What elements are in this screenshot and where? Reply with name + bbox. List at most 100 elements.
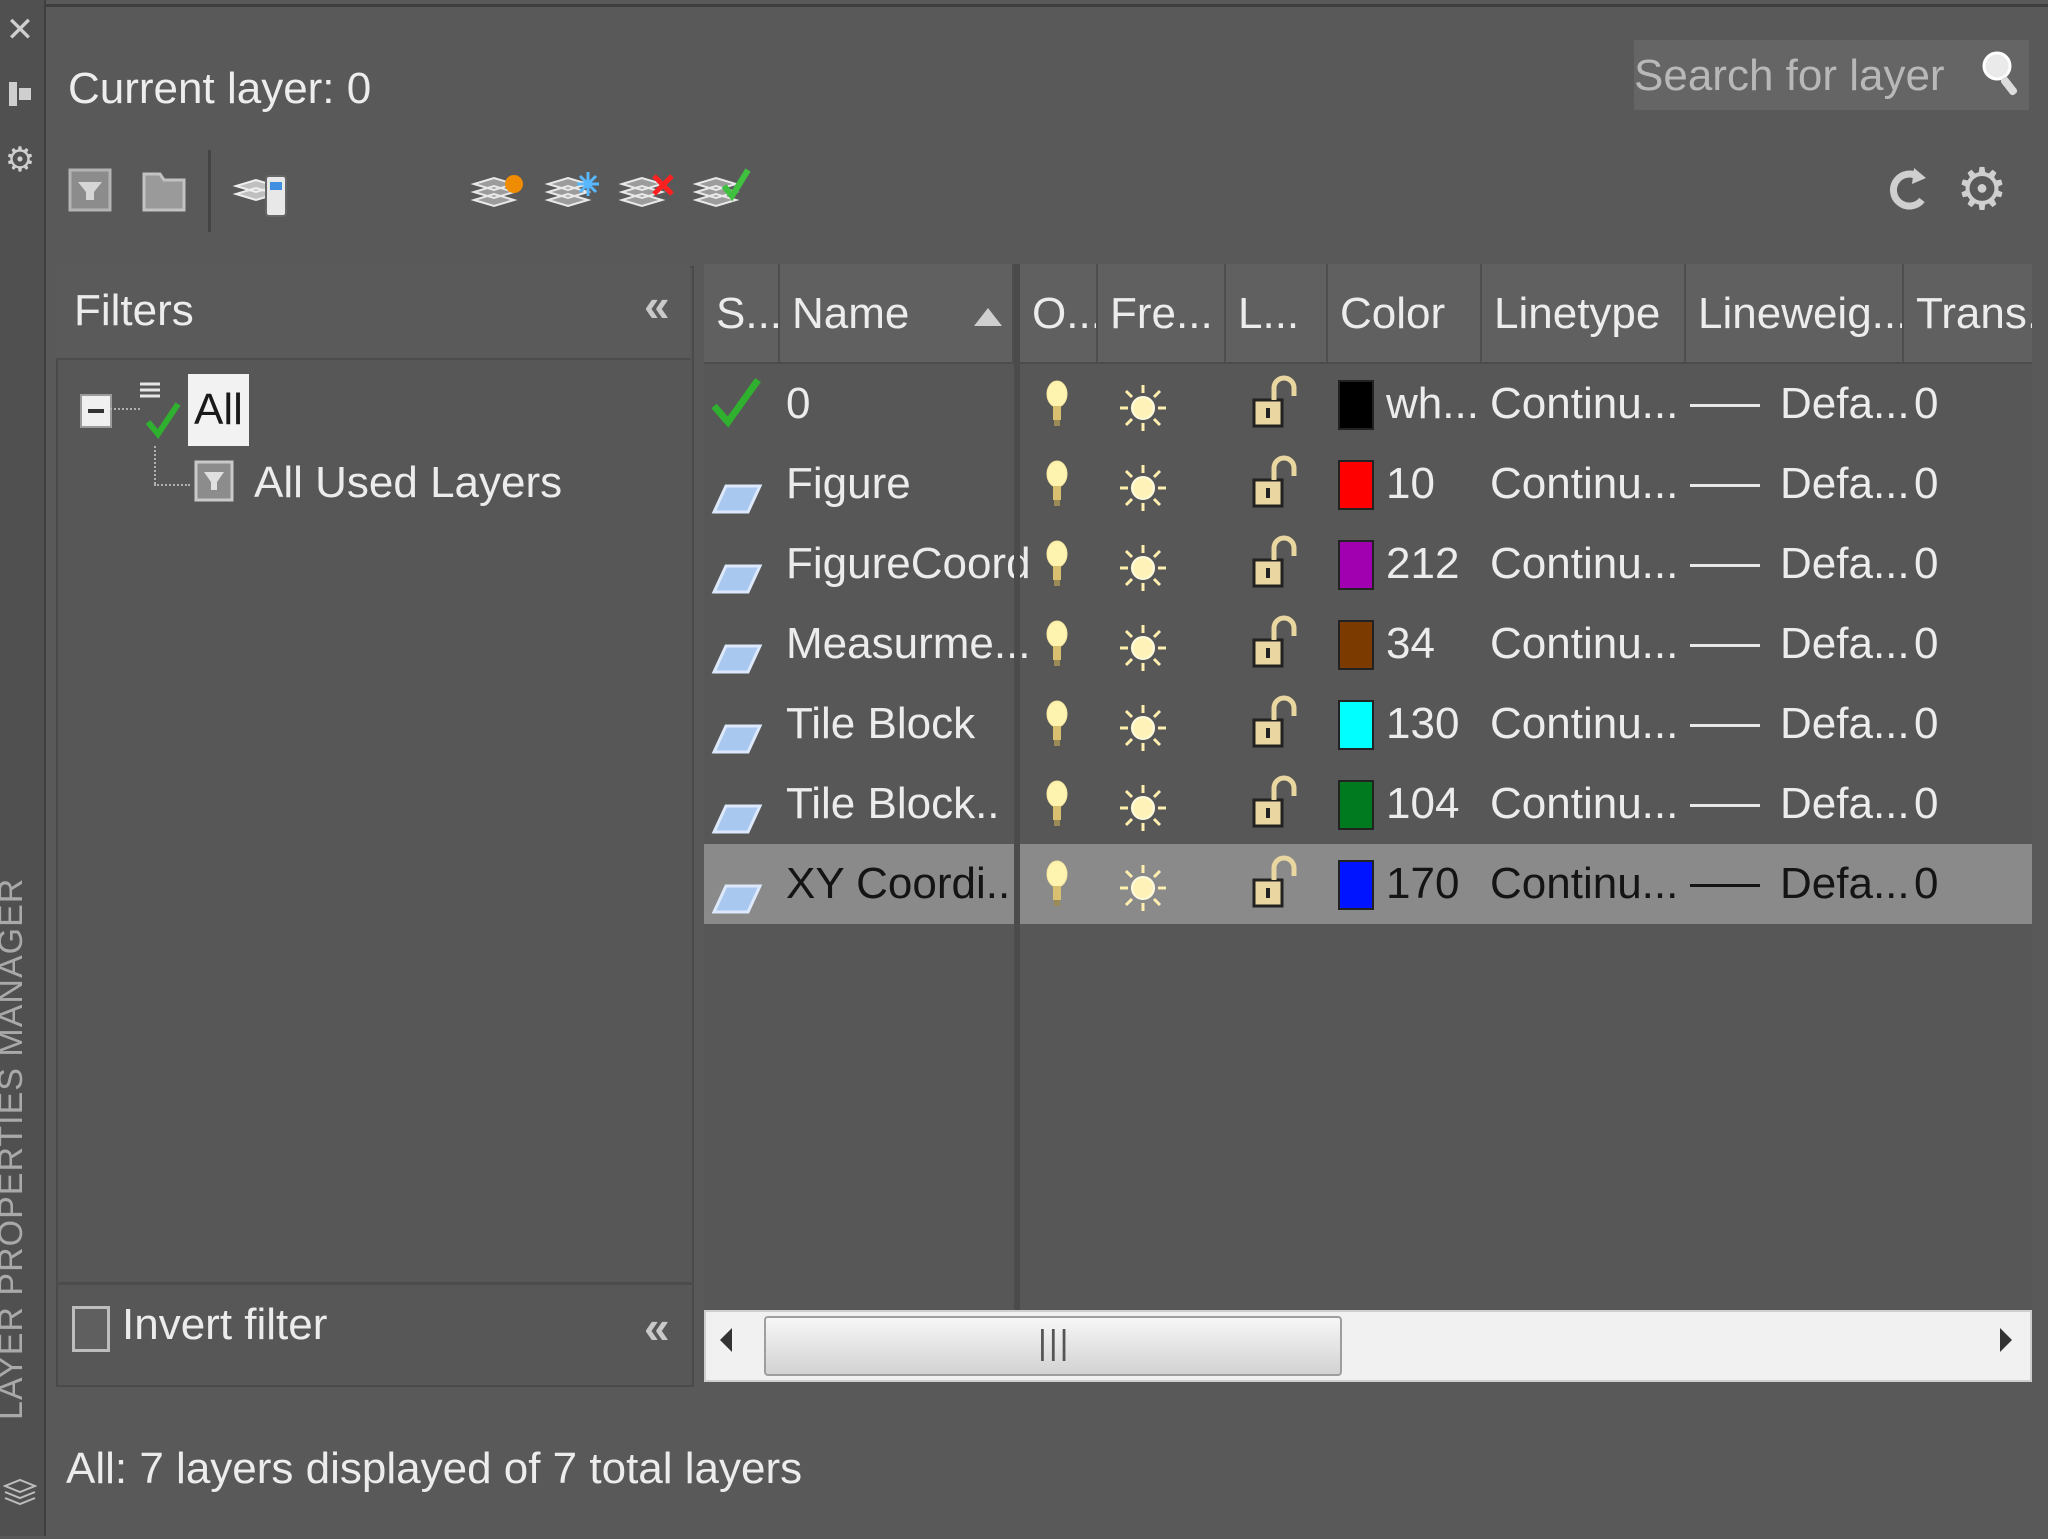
search-icon[interactable] <box>1979 48 2023 107</box>
invert-filter-label: Invert filter <box>122 1300 328 1349</box>
layer-color-swatch[interactable] <box>1338 540 1374 590</box>
layer-linetype[interactable]: Continu... <box>1490 764 1678 844</box>
layer-linetype[interactable]: Continu... <box>1490 444 1678 524</box>
lineweight-sample-line <box>1690 404 1760 407</box>
layer-transparency[interactable]: 0 <box>1914 604 1938 684</box>
close-icon[interactable]: ✕ <box>2 10 38 50</box>
new-layer-vp-frozen-icon[interactable] <box>544 160 600 220</box>
layer-name[interactable]: XY Coordi... <box>786 844 1022 924</box>
layer-lock-icon[interactable] <box>1250 534 1300 614</box>
column-header-transparency[interactable]: Trans... <box>1904 264 2032 364</box>
lineweight-sample-line <box>1690 884 1760 887</box>
column-header-lineweight[interactable]: Lineweig... <box>1686 264 1904 364</box>
layer-transparency[interactable]: 0 <box>1914 684 1938 764</box>
search-box[interactable] <box>1634 40 2029 112</box>
layer-lineweight[interactable]: Defa... <box>1780 684 1910 764</box>
layer-name[interactable]: Figure <box>786 444 911 524</box>
layer-color-swatch[interactable] <box>1338 620 1374 670</box>
current-layer-label: Current layer: 0 <box>68 64 372 113</box>
layer-row[interactable]: Figure 10 Continu... Defa... 0 <box>704 444 2032 524</box>
column-header-name[interactable]: Name <box>780 264 1014 364</box>
layer-color-swatch[interactable] <box>1338 380 1374 430</box>
layer-color-label[interactable]: 170 <box>1386 844 1459 924</box>
tree-item-all-used-layers[interactable]: All Used Layers <box>254 458 562 508</box>
refresh-icon[interactable] <box>1880 160 1936 220</box>
column-header-on[interactable]: O... <box>1020 264 1098 364</box>
layer-linetype[interactable]: Continu... <box>1490 364 1678 444</box>
layer-linetype[interactable]: Continu... <box>1490 844 1678 924</box>
layer-lock-icon[interactable] <box>1250 614 1300 694</box>
layer-transparency[interactable]: 0 <box>1914 844 1938 924</box>
layer-color-label[interactable]: 212 <box>1386 524 1459 604</box>
column-header-linetype[interactable]: Linetype <box>1482 264 1686 364</box>
layer-lock-icon[interactable] <box>1250 774 1300 854</box>
layer-name[interactable]: FigureCoord <box>786 524 1031 604</box>
settings-icon[interactable]: ⚙ <box>1954 160 2010 220</box>
tree-connector <box>110 408 140 410</box>
search-input[interactable] <box>1634 40 1966 112</box>
layer-color-swatch[interactable] <box>1338 860 1374 910</box>
layer-name[interactable]: 0 <box>786 364 810 444</box>
column-header-color[interactable]: Color <box>1328 264 1482 364</box>
layer-states-icon[interactable] <box>232 160 288 220</box>
layer-lock-icon[interactable] <box>1250 854 1300 934</box>
column-header-status[interactable]: S... <box>704 264 780 364</box>
layer-color-label[interactable]: 10 <box>1386 444 1435 524</box>
frozen-column-separator[interactable] <box>1014 264 1020 1310</box>
layer-row[interactable]: XY Coordi... 170 Continu... Defa... 0 <box>704 844 2032 924</box>
tree-connector <box>154 446 156 484</box>
layer-lock-icon[interactable] <box>1250 374 1300 454</box>
layer-row[interactable]: Tile Block.. 104 Continu... Defa... 0 <box>704 764 2032 844</box>
layer-linetype[interactable]: Continu... <box>1490 524 1678 604</box>
layer-row[interactable]: Measurme... 34 Continu... Defa... 0 <box>704 604 2032 684</box>
layer-lineweight[interactable]: Defa... <box>1780 764 1910 844</box>
set-current-icon[interactable] <box>692 160 751 220</box>
layer-transparency[interactable]: 0 <box>1914 364 1938 444</box>
layer-row[interactable]: 0 wh... Continu... Defa... 0 <box>704 364 2032 444</box>
collapse-filters-icon[interactable]: « <box>644 278 669 332</box>
layer-color-swatch[interactable] <box>1338 700 1374 750</box>
layer-row[interactable]: Tile Block 130 Continu... Defa... 0 <box>704 684 2032 764</box>
layer-transparency[interactable]: 0 <box>1914 524 1938 604</box>
scroll-left-icon[interactable] <box>720 1328 732 1352</box>
collapse-bottom-icon[interactable]: « <box>644 1300 669 1354</box>
layer-lineweight[interactable]: Defa... <box>1780 604 1910 684</box>
delete-layer-icon[interactable] <box>618 160 674 220</box>
layer-transparency[interactable]: 0 <box>1914 764 1938 844</box>
layer-color-swatch[interactable] <box>1338 460 1374 510</box>
layer-name[interactable]: Tile Block <box>786 684 975 764</box>
layer-lock-icon[interactable] <box>1250 694 1300 774</box>
new-layer-icon[interactable] <box>470 160 526 220</box>
layer-lineweight[interactable]: Defa... <box>1780 444 1910 524</box>
layer-lineweight[interactable]: Defa... <box>1780 364 1910 444</box>
layer-color-swatch[interactable] <box>1338 780 1374 830</box>
layer-linetype[interactable]: Continu... <box>1490 684 1678 764</box>
new-property-filter-icon[interactable] <box>64 160 120 220</box>
layer-lock-icon[interactable] <box>1250 454 1300 534</box>
layer-name[interactable]: Tile Block.. <box>786 764 1000 844</box>
invert-filter-checkbox[interactable] <box>72 1306 110 1352</box>
layer-color-label[interactable]: 34 <box>1386 604 1435 684</box>
scroll-right-icon[interactable] <box>2000 1328 2012 1352</box>
tree-item-all[interactable]: All <box>188 374 249 446</box>
new-group-filter-icon[interactable] <box>138 160 194 220</box>
layer-color-label[interactable]: wh... <box>1386 364 1479 444</box>
layer-color-label[interactable]: 130 <box>1386 684 1459 764</box>
tree-collapse-toggle[interactable] <box>80 394 112 428</box>
pin-icon[interactable] <box>2 74 38 114</box>
layer-status-icon[interactable] <box>710 864 764 944</box>
layer-lineweight[interactable]: Defa... <box>1780 524 1910 604</box>
layer-transparency[interactable]: 0 <box>1914 444 1938 524</box>
layer-on-bulb-icon[interactable] <box>1044 856 1070 936</box>
layer-lineweight[interactable]: Defa... <box>1780 844 1910 924</box>
gear-icon[interactable]: ⚙ <box>2 140 38 180</box>
current-layer-check-icon[interactable] <box>710 372 764 452</box>
layer-color-label[interactable]: 104 <box>1386 764 1459 844</box>
layer-row[interactable]: FigureCoord 212 Continu... Defa... 0 <box>704 524 2032 604</box>
column-header-freeze[interactable]: Fre... <box>1098 264 1226 364</box>
layer-linetype[interactable]: Continu... <box>1490 604 1678 684</box>
layer-freeze-sun-icon[interactable] <box>1118 859 1168 939</box>
layer-name[interactable]: Measurme... <box>786 604 1031 684</box>
column-header-lock[interactable]: L... <box>1226 264 1328 364</box>
lineweight-sample-line <box>1690 484 1760 487</box>
